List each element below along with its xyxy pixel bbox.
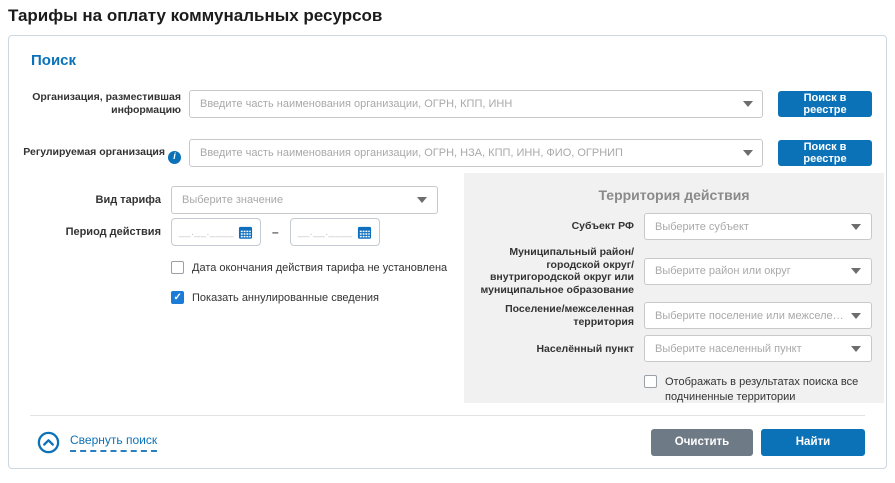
subordinate-territories-checkbox-row[interactable]: Отображать в результатах поиска все подч…	[644, 375, 872, 405]
municipality-row: Муниципальный район/городской округ/внут…	[476, 246, 872, 296]
publisher-label: Организация, разместившая информацию	[31, 91, 181, 117]
settlement-row: Поселение/межселенная территория Выберит…	[476, 302, 872, 329]
page-title: Тарифы на оплату коммунальных ресурсов	[8, 6, 895, 26]
period-to-placeholder: __.__.____	[298, 227, 353, 238]
subject-row: Субъект РФ Выберите субъект	[476, 213, 872, 240]
regulated-row: Регулируемая организация i Поиск в реест…	[31, 139, 872, 167]
publisher-input-wrap	[189, 90, 763, 118]
settlement-select-placeholder: Выберите поселение или межселенную т...	[655, 310, 845, 322]
tariff-type-select[interactable]: Выберите значение	[171, 186, 438, 214]
chevron-up-circle-icon[interactable]	[37, 431, 60, 454]
calendar-icon[interactable]	[357, 225, 372, 240]
tariff-type-row: Вид тарифа Выберите значение	[31, 186, 464, 214]
municipality-label: Муниципальный район/городской округ/внут…	[476, 246, 634, 296]
show-annulled-checkbox[interactable]	[171, 291, 184, 304]
locality-row: Населённый пункт Выберите населенный пун…	[476, 335, 872, 362]
publisher-row: Организация, разместившая информацию Пои…	[31, 90, 872, 118]
info-icon[interactable]: i	[168, 151, 181, 164]
search-panel-body: Поиск Организация, разместившая информац…	[9, 36, 886, 415]
locality-select-placeholder: Выберите населенный пункт	[655, 343, 802, 355]
period-from-input[interactable]: __.__.____	[171, 218, 261, 246]
chevron-down-icon[interactable]	[743, 101, 753, 107]
subject-select-placeholder: Выберите субъект	[655, 221, 749, 233]
find-button[interactable]: Найти	[761, 429, 865, 456]
calendar-icon[interactable]	[238, 225, 253, 240]
subject-label: Субъект РФ	[476, 220, 634, 233]
left-column: Вид тарифа Выберите значение Период дейс…	[31, 173, 464, 306]
search-heading: Поиск	[31, 52, 886, 69]
no-end-date-checkbox-label: Дата окончания действия тарифа не устано…	[192, 261, 447, 276]
tariff-type-select-placeholder: Выберите значение	[182, 194, 283, 206]
middle-section: Вид тарифа Выберите значение Период дейс…	[31, 173, 884, 403]
period-label: Период действия	[31, 226, 161, 238]
territory-heading: Территория действия	[476, 187, 872, 203]
locality-select[interactable]: Выберите населенный пункт	[644, 335, 872, 362]
no-end-date-checkbox[interactable]	[171, 261, 184, 274]
collapse-search-label: Свернуть поиск	[70, 433, 157, 452]
footer-buttons: Очистить Найти	[651, 429, 865, 456]
settlement-select[interactable]: Выберите поселение или межселенную т...	[644, 302, 872, 329]
period-row: Период действия __.__.____ –	[31, 218, 464, 246]
chevron-down-icon	[851, 224, 861, 230]
municipality-select[interactable]: Выберите район или округ	[644, 258, 872, 285]
regulated-input[interactable]	[189, 139, 763, 167]
no-end-date-checkbox-row[interactable]: Дата окончания действия тарифа не устано…	[171, 261, 464, 276]
regulated-label: Регулируемая организация i	[31, 146, 181, 159]
settlement-label: Поселение/межселенная территория	[476, 303, 634, 328]
regulated-input-wrap	[189, 139, 763, 167]
subordinate-territories-checkbox-label: Отображать в результатах поиска все подч…	[665, 375, 872, 405]
chevron-down-icon	[851, 346, 861, 352]
show-annulled-checkbox-row[interactable]: Показать аннулированные сведения	[171, 291, 464, 306]
search-panel-footer: Свернуть поиск Очистить Найти	[30, 415, 865, 468]
tariff-type-label: Вид тарифа	[31, 194, 161, 206]
period-to-input[interactable]: __.__.____	[290, 218, 380, 246]
chevron-down-icon[interactable]	[743, 150, 753, 156]
regulated-registry-search-button[interactable]: Поиск в реестре	[778, 140, 872, 166]
publisher-label-text: Организация, разместившая информацию	[31, 91, 181, 117]
chevron-down-icon	[851, 268, 861, 274]
collapse-search-link[interactable]: Свернуть поиск	[37, 431, 157, 454]
territory-panel: Территория действия Субъект РФ Выберите …	[464, 173, 884, 403]
chevron-down-icon	[851, 313, 861, 319]
locality-label: Населённый пункт	[476, 343, 634, 356]
search-panel: Поиск Организация, разместившая информац…	[8, 35, 887, 469]
municipality-select-placeholder: Выберите район или округ	[655, 265, 791, 277]
chevron-down-icon	[417, 197, 427, 203]
show-annulled-checkbox-label: Показать аннулированные сведения	[192, 291, 379, 306]
clear-button[interactable]: Очистить	[651, 429, 753, 456]
subordinate-territories-checkbox[interactable]	[644, 375, 657, 388]
publisher-input[interactable]	[189, 90, 763, 118]
regulated-label-text: Регулируемая организация	[23, 146, 165, 159]
period-separator: –	[272, 225, 279, 239]
subject-select[interactable]: Выберите субъект	[644, 213, 872, 240]
publisher-registry-search-button[interactable]: Поиск в реестре	[778, 91, 872, 117]
period-from-placeholder: __.__.____	[179, 227, 234, 238]
